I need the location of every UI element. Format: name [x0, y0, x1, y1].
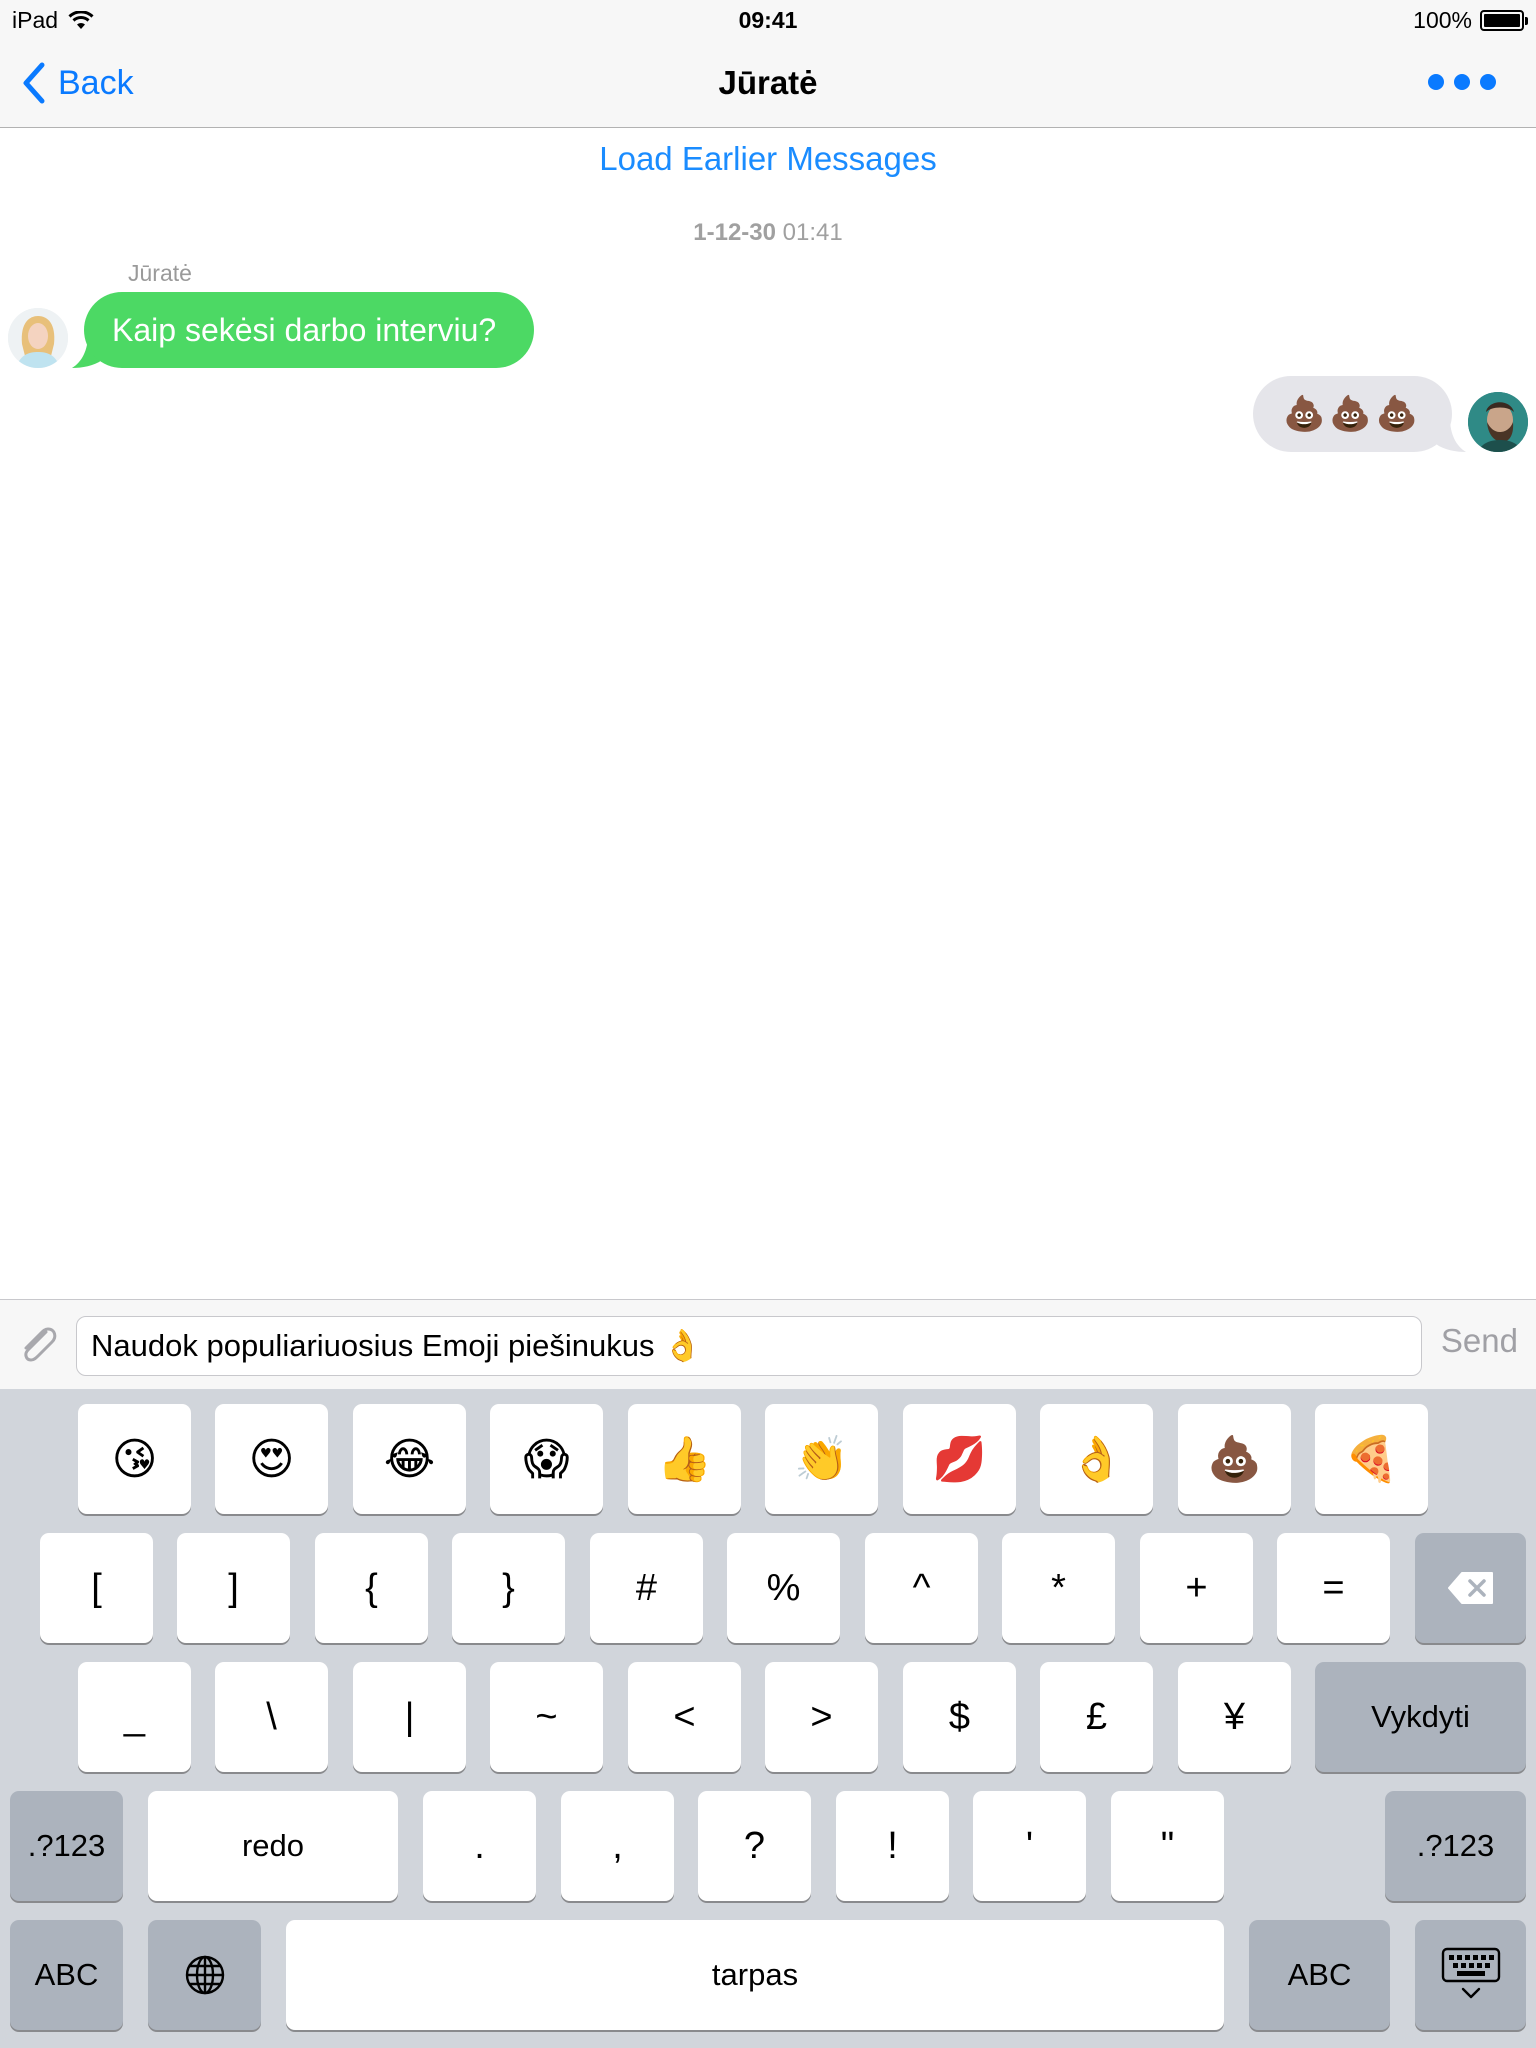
status-time: 09:41	[738, 7, 798, 33]
key-greater-than[interactable]: >	[765, 1662, 878, 1772]
key-apostrophe[interactable]: '	[973, 1791, 1086, 1901]
key-equals[interactable]: =	[1277, 1533, 1390, 1643]
key-yen[interactable]: ¥	[1178, 1662, 1291, 1772]
sender-name: Jūratė	[128, 260, 192, 286]
status-bar: iPad 09:41 100%	[0, 0, 1536, 40]
numbers-key-left[interactable]: .?123	[10, 1791, 123, 1901]
input-toolbar: Naudok populiariuosius Emoji piešinukus …	[0, 1299, 1536, 1389]
message-input[interactable]: Naudok populiariuosius Emoji piešinukus …	[76, 1316, 1422, 1376]
key-backslash[interactable]: \	[215, 1662, 328, 1772]
abc-key-right[interactable]: ABC	[1249, 1920, 1390, 2030]
emoji-key[interactable]: 😘	[78, 1404, 191, 1514]
key-open-brace[interactable]: {	[315, 1533, 428, 1643]
backspace-icon	[1447, 1572, 1493, 1604]
key-percent[interactable]: %	[727, 1533, 840, 1643]
timestamp-date: 1-12-30	[693, 219, 776, 246]
emoji-key[interactable]: 😂	[353, 1404, 466, 1514]
key-close-bracket[interactable]: ]	[177, 1533, 290, 1643]
attach-button[interactable]	[14, 1322, 60, 1373]
space-key[interactable]: tarpas	[286, 1920, 1224, 2030]
emoji-key[interactable]: 😱	[490, 1404, 603, 1514]
abc-key-left[interactable]: ABC	[10, 1920, 123, 2030]
emoji-key[interactable]: 👏	[765, 1404, 878, 1514]
keyboard-dismiss-key[interactable]	[1415, 1920, 1526, 2030]
backspace-key[interactable]	[1415, 1533, 1526, 1643]
send-button[interactable]: Send	[1441, 1322, 1518, 1360]
more-dots-icon[interactable]	[1428, 74, 1496, 90]
key-open-bracket[interactable]: [	[40, 1533, 153, 1643]
load-earlier-button[interactable]: Load Earlier Messages	[0, 140, 1536, 178]
emoji-key[interactable]: 🍕	[1315, 1404, 1428, 1514]
outgoing-message-bubble[interactable]: 💩💩💩	[1252, 376, 1452, 452]
globe-key[interactable]	[148, 1920, 261, 2030]
redo-key[interactable]: redo	[148, 1791, 398, 1901]
return-key[interactable]: Vykdyti	[1315, 1662, 1526, 1772]
key-period[interactable]: .	[423, 1791, 536, 1901]
battery-icon	[1480, 10, 1528, 31]
conversation-title: Jūratė	[718, 64, 818, 101]
timestamp-time: 01:41	[782, 219, 843, 246]
emoji-key[interactable]: 👍	[628, 1404, 741, 1514]
numbers-key-right[interactable]: .?123	[1385, 1791, 1526, 1901]
incoming-message-bubble[interactable]: Kaip sekėsi darbo interviu?	[84, 292, 535, 368]
key-comma[interactable]: ,	[561, 1791, 674, 1901]
key-exclamation[interactable]: !	[836, 1791, 949, 1901]
key-pipe[interactable]: |	[353, 1662, 466, 1772]
key-caret[interactable]: ^	[865, 1533, 978, 1643]
emoji-key[interactable]: 😍	[215, 1404, 328, 1514]
key-quote[interactable]: "	[1111, 1791, 1224, 1901]
key-close-brace[interactable]: }	[452, 1533, 565, 1643]
emoji-key[interactable]: 💩	[1178, 1404, 1291, 1514]
status-right: 100%	[1413, 7, 1528, 34]
key-hash[interactable]: #	[590, 1533, 703, 1643]
contact-avatar[interactable]	[8, 308, 68, 368]
key-question[interactable]: ?	[698, 1791, 811, 1901]
keyboard: 😘 😍 😂 😱 👍 👏 💋 👌 💩 🍕 [ ] { } # % ^ * + = …	[0, 1389, 1536, 2048]
globe-icon	[185, 1955, 224, 1995]
battery-percent: 100%	[1413, 7, 1472, 33]
key-pound[interactable]: £	[1040, 1662, 1153, 1772]
emoji-key[interactable]: 💋	[903, 1404, 1016, 1514]
keyboard-dismiss-icon	[1441, 1947, 1500, 1999]
key-tilde[interactable]: ~	[490, 1662, 603, 1772]
message-timestamp: 1-12-30 01:41	[0, 219, 1536, 247]
user-avatar[interactable]	[1468, 392, 1528, 452]
key-dollar[interactable]: $	[903, 1662, 1016, 1772]
key-asterisk[interactable]: *	[1002, 1533, 1115, 1643]
key-underscore[interactable]: _	[78, 1662, 191, 1772]
key-less-than[interactable]: <	[628, 1662, 741, 1772]
key-plus[interactable]: +	[1140, 1533, 1253, 1643]
paperclip-icon	[24, 1327, 57, 1362]
nav-bar: Back Jūratė	[0, 40, 1536, 128]
emoji-key[interactable]: 👌	[1040, 1404, 1153, 1514]
